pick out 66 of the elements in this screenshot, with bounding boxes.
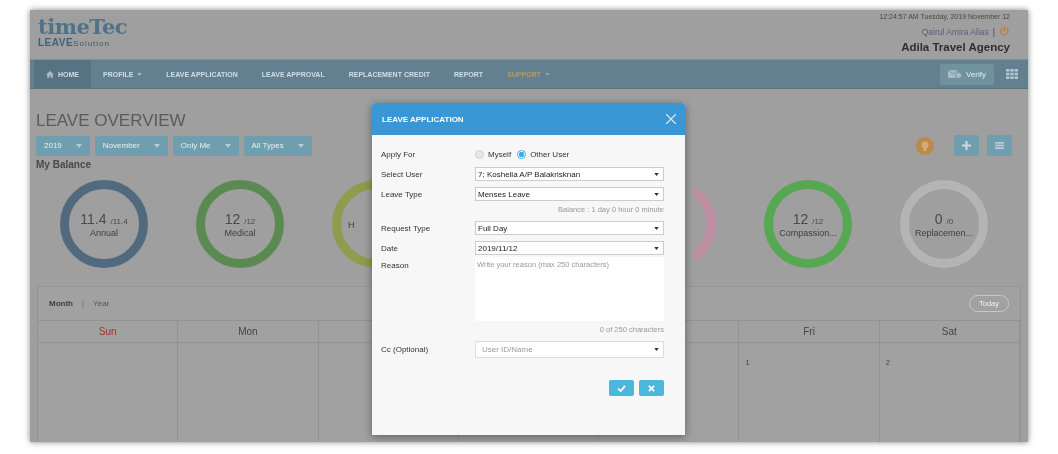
- separator-text: |: [82, 299, 85, 308]
- field-label: Date: [381, 243, 399, 253]
- list-icon: [995, 142, 1004, 149]
- grid-menu-icon[interactable]: [1006, 69, 1018, 79]
- home-icon: [46, 70, 54, 78]
- list-view-button[interactable]: [987, 135, 1012, 156]
- add-button[interactable]: [954, 135, 979, 156]
- weekday-header: Fri: [739, 321, 880, 343]
- caret-icon: [137, 72, 143, 76]
- caret-icon: [75, 143, 82, 148]
- filter-dropdown[interactable]: Only Me: [172, 135, 239, 156]
- field-label: Request Type: [381, 223, 432, 233]
- select-field[interactable]: 7; Koshella A/P Balakrisknan: [475, 167, 664, 181]
- field-label: Select User: [381, 169, 424, 179]
- balance-label: Compassion...: [779, 227, 837, 238]
- confirm-button[interactable]: [609, 380, 634, 396]
- verify-button[interactable]: Verify: [940, 63, 994, 85]
- field-label: Apply For: [381, 149, 417, 159]
- balance-label: Annual: [90, 227, 118, 238]
- envelope-icon: [948, 69, 962, 79]
- section-heading: My Balance: [36, 159, 93, 170]
- lightbulb-icon[interactable]: [916, 136, 934, 155]
- field-label: Cc (Optional): [381, 345, 430, 354]
- select-field[interactable]: User ID/Name: [475, 341, 664, 358]
- caret-icon: [153, 143, 160, 148]
- caret-icon: [654, 172, 659, 176]
- close-icon[interactable]: [666, 114, 676, 124]
- caret-icon: [654, 246, 659, 250]
- weekday-header: Sun: [38, 321, 179, 343]
- select-field[interactable]: Full Day: [475, 221, 664, 235]
- radio-option[interactable]: Other User: [517, 149, 570, 159]
- cancel-button[interactable]: [639, 380, 664, 396]
- close-icon: [648, 384, 655, 392]
- filter-dropdown[interactable]: November: [94, 135, 168, 156]
- page-title: LEAVE OVERVIEW: [36, 111, 186, 131]
- balance-value: 12 /12: [792, 210, 824, 227]
- plus-icon: [962, 141, 971, 150]
- check-icon: [617, 384, 626, 392]
- balance-label: H: [348, 219, 355, 230]
- caret-icon: [654, 192, 659, 196]
- balance-label: Replacemen...: [915, 227, 973, 238]
- view-tab[interactable]: Month: [49, 299, 73, 308]
- filter-dropdown[interactable]: 2019: [36, 135, 90, 156]
- caret-icon: [224, 143, 231, 148]
- caret-icon: [654, 226, 659, 230]
- select-field[interactable]: 2019/11/12: [475, 241, 664, 255]
- balance-value: 11.4 /11.4: [80, 210, 128, 227]
- company-name: Adila Travel Agency: [901, 41, 1010, 53]
- view-tab[interactable]: Year: [93, 299, 110, 308]
- separator-text: |: [992, 26, 995, 37]
- caret-icon: [297, 143, 304, 148]
- weekday-header: Mon: [178, 321, 319, 343]
- caret-icon: [654, 348, 659, 351]
- field-label: Reason: [381, 261, 410, 270]
- balance-value: 12 /12: [224, 210, 256, 227]
- weekday-header: Sat: [879, 321, 1020, 343]
- dialog-title: LEAVE APPLICATION: [382, 114, 464, 124]
- user-name-link[interactable]: Qairul Amira Alias: [921, 26, 989, 37]
- caret-icon: [544, 72, 550, 76]
- power-icon[interactable]: [999, 26, 1010, 37]
- field-label: Leave Type: [381, 189, 424, 199]
- logo: timeTec LEAVESolution: [38, 13, 128, 50]
- balance-label: Medical: [224, 227, 256, 238]
- select-field[interactable]: Menses Leave: [475, 187, 664, 201]
- filter-dropdown[interactable]: All Types: [243, 135, 312, 156]
- balance-value: 0 /0: [934, 210, 954, 227]
